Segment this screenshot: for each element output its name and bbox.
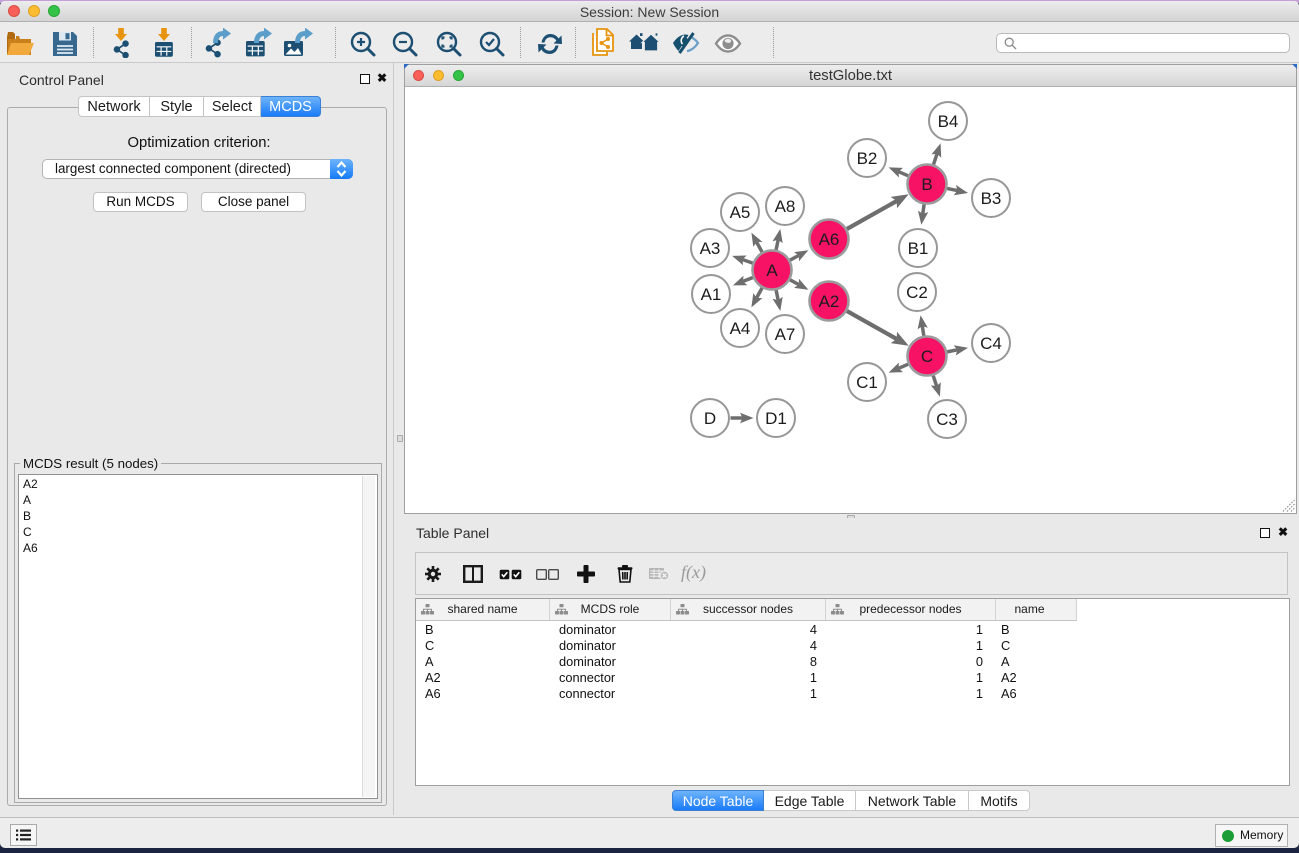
svg-text:B4: B4: [938, 112, 959, 131]
svg-text:B2: B2: [857, 149, 878, 168]
svg-text:A6: A6: [819, 230, 840, 249]
svg-text:B1: B1: [908, 239, 929, 258]
svg-text:A7: A7: [775, 325, 796, 344]
svg-text:A5: A5: [730, 203, 751, 222]
svg-text:A: A: [766, 261, 778, 280]
svg-text:B: B: [921, 175, 932, 194]
svg-text:C2: C2: [906, 283, 928, 302]
svg-text:B3: B3: [981, 189, 1002, 208]
svg-text:A2: A2: [819, 292, 840, 311]
svg-text:C3: C3: [936, 410, 958, 429]
svg-text:D: D: [704, 409, 716, 428]
svg-text:A3: A3: [700, 239, 721, 258]
svg-text:C1: C1: [856, 373, 878, 392]
svg-text:D1: D1: [765, 409, 787, 428]
svg-text:C: C: [921, 347, 933, 366]
svg-text:A4: A4: [730, 319, 751, 338]
svg-text:f(x): f(x): [681, 564, 706, 583]
svg-text:A1: A1: [701, 285, 722, 304]
svg-text:C4: C4: [980, 334, 1002, 353]
svg-text:A8: A8: [775, 197, 796, 216]
